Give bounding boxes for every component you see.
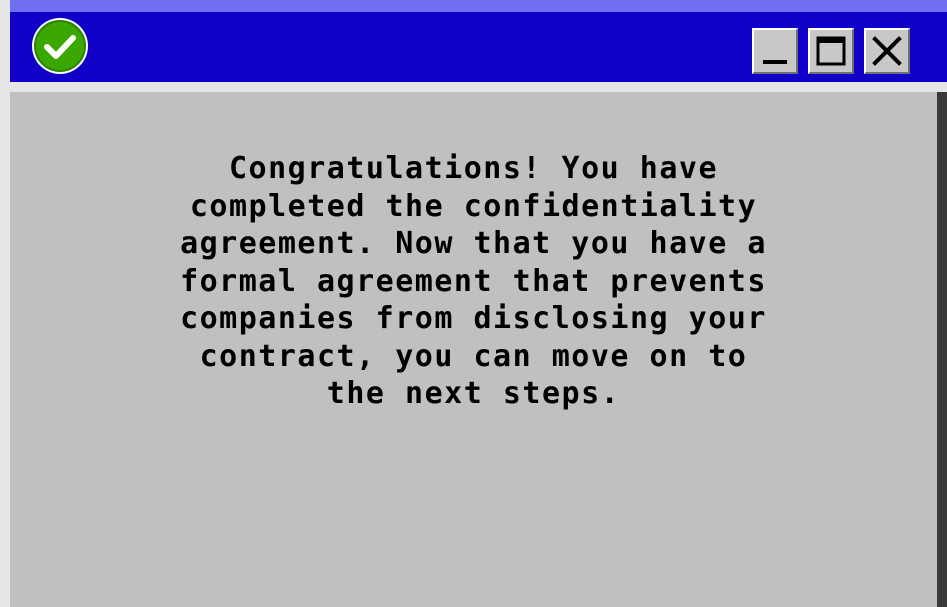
dialog-content: Congratulations! You have completed the … (10, 92, 937, 607)
dialog-message: Congratulations! You have completed the … (180, 151, 767, 411)
title-bar[interactable] (10, 0, 947, 92)
checkmark-circle-icon (30, 16, 90, 76)
dialog-window: Congratulations! You have completed the … (0, 0, 947, 607)
maximize-button[interactable] (808, 28, 854, 74)
close-button[interactable] (864, 28, 910, 74)
window-right-edge (937, 92, 947, 607)
minimize-button[interactable] (752, 28, 798, 74)
